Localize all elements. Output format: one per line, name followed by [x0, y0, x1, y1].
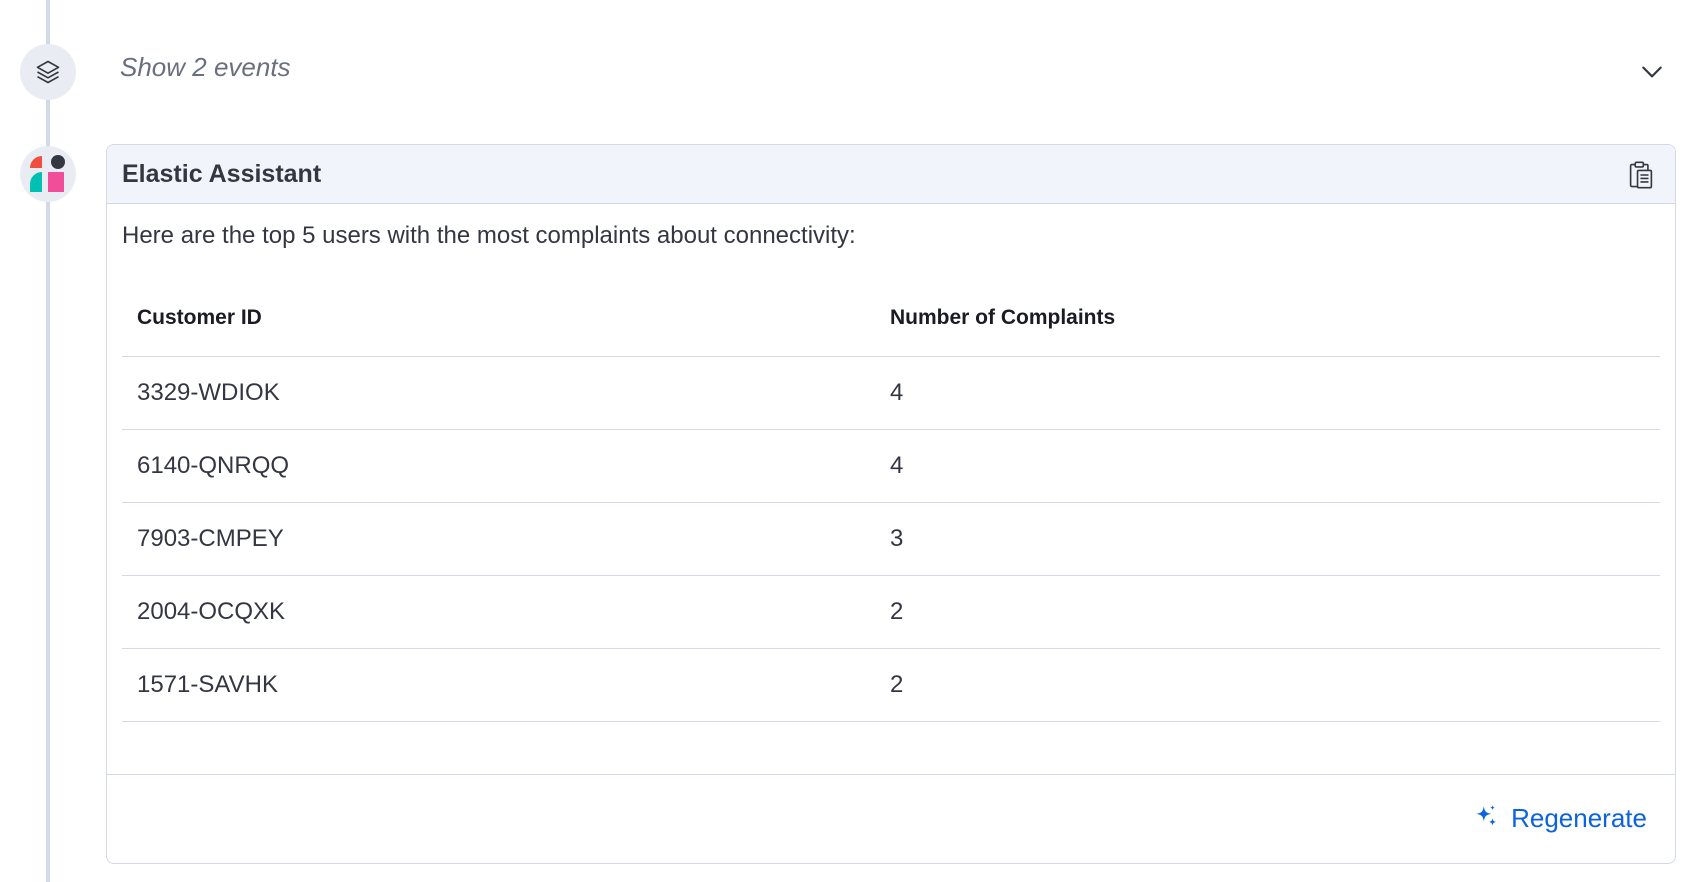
cell-customer-id: 3329-WDIOK	[137, 379, 280, 406]
table-row: 2004-OCQXK 2	[122, 576, 1660, 649]
cell-complaints: 2	[890, 598, 904, 625]
message-footer: Regenerate	[107, 774, 1675, 863]
table-header-row: Customer ID Number of Complaints	[122, 279, 1660, 357]
cell-customer-id: 6140-QNRQQ	[137, 452, 290, 479]
cell-complaints: 4	[890, 452, 904, 479]
chevron-down-icon[interactable]	[1638, 58, 1666, 86]
column-header-complaints: Number of Complaints	[890, 305, 1116, 329]
cell-customer-id: 2004-OCQXK	[137, 598, 286, 625]
table-row: 3329-WDIOK 4	[122, 357, 1660, 430]
cell-complaints: 2	[890, 671, 904, 698]
cell-complaints: 4	[890, 379, 904, 406]
table-row: 7903-CMPEY 3	[122, 503, 1660, 576]
cell-customer-id: 7903-CMPEY	[137, 525, 284, 552]
regenerate-button[interactable]: Regenerate	[1473, 803, 1647, 834]
complaints-table: Customer ID Number of Complaints 3329-WD…	[122, 279, 1660, 722]
layers-icon	[20, 44, 76, 100]
message-header: Elastic Assistant	[107, 145, 1675, 204]
assistant-title: Elastic Assistant	[122, 160, 322, 188]
column-header-customer-id: Customer ID	[137, 305, 262, 329]
sparkles-icon	[1473, 803, 1499, 834]
elastic-logo-icon	[20, 146, 76, 202]
regenerate-label: Regenerate	[1511, 803, 1647, 833]
timeline-line	[46, 0, 50, 882]
cell-customer-id: 1571-SAVHK	[137, 671, 278, 698]
message-intro: Here are the top 5 users with the most c…	[122, 222, 856, 249]
table-row: 6140-QNRQQ 4	[122, 430, 1660, 503]
assistant-message-panel: Elastic Assistant Here are the top 5 use…	[106, 144, 1676, 864]
table-row: 1571-SAVHK 2	[122, 649, 1660, 722]
show-events-toggle[interactable]: Show 2 events	[120, 52, 291, 83]
clipboard-icon[interactable]	[1625, 159, 1657, 191]
cell-complaints: 3	[890, 525, 904, 552]
